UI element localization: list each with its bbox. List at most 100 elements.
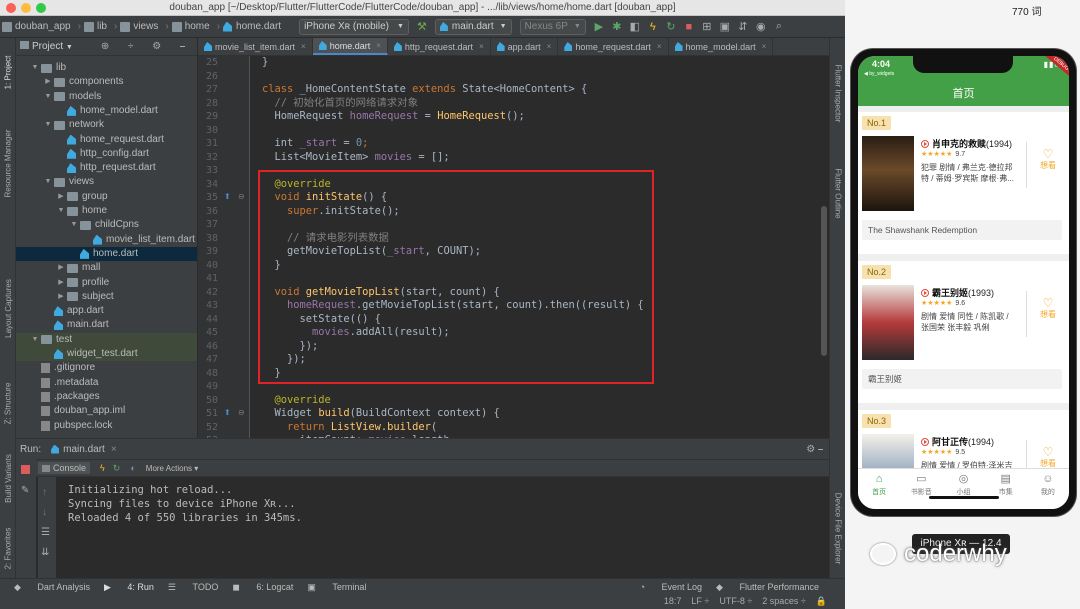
hammer-icon[interactable]: ⚒ <box>414 19 430 35</box>
up-arrow-icon[interactable]: ↑ <box>42 487 47 498</box>
chevron-down-icon[interactable]: ▼ <box>31 333 39 347</box>
chevron-down-icon[interactable]: ▼ <box>70 218 78 232</box>
tree-item[interactable]: home_request.dart <box>16 133 197 147</box>
tree-item[interactable]: http_config.dart <box>16 147 197 161</box>
tool-layout-captures[interactable]: Layout Captures <box>0 258 16 358</box>
restart-icon[interactable]: ↻ <box>113 463 121 474</box>
override-marker-icon[interactable]: ⬆ <box>224 408 231 417</box>
tool-todo[interactable]: ☰ TODO <box>168 582 218 593</box>
tool-favorites[interactable]: 2: Favorites <box>0 518 16 578</box>
tool-resource-manager[interactable]: Resource Manager <box>0 108 16 218</box>
tree-item[interactable]: movie_list_item.dart <box>16 233 197 247</box>
editor-scrollbar[interactable] <box>820 56 829 438</box>
close-icon[interactable]: × <box>547 42 552 51</box>
breadcrumb-lib[interactable]: lib <box>83 21 107 32</box>
tree-item[interactable]: ▶ group <box>16 190 197 204</box>
profile-icon[interactable]: ◉ <box>753 19 769 35</box>
project-panel-actions[interactable]: ⊕ ÷ ⚙ ⎯ <box>101 41 193 52</box>
tree-item[interactable]: ▼ views <box>16 175 197 189</box>
tool-project[interactable]: 1: Project <box>0 42 16 102</box>
breadcrumb-project[interactable]: douban_app <box>2 21 71 32</box>
tool-device-file-explorer[interactable]: Device File Explorer <box>830 478 845 578</box>
tool-flutter-inspector[interactable]: Flutter Inspector <box>830 48 845 138</box>
tree-item[interactable]: ▶ subject <box>16 290 197 304</box>
search-icon[interactable]: ⌕ <box>771 19 787 35</box>
editor-tab[interactable]: home.dart × <box>312 38 388 55</box>
tree-item[interactable]: main.dart <box>16 318 197 332</box>
hot-reload-icon[interactable]: ϟ <box>100 463 105 473</box>
tree-item[interactable]: ▶ components <box>16 75 197 89</box>
close-window-button[interactable] <box>6 3 16 13</box>
soft-wrap-icon[interactable]: ☰ <box>41 527 50 538</box>
restart-icon[interactable]: ↻ <box>663 19 679 35</box>
chevron-right-icon[interactable]: ▶ <box>57 276 65 290</box>
tool-event-log[interactable]: ◔ Event Log <box>640 582 702 592</box>
play-icon[interactable] <box>921 139 929 148</box>
avd-manager-icon[interactable]: ▣ <box>717 19 733 35</box>
tree-item[interactable]: ▶ profile <box>16 276 197 290</box>
editor-tab[interactable]: movie_list_item.dart × <box>198 38 313 55</box>
editor-tab[interactable]: home_request.dart × <box>558 38 669 55</box>
tree-item[interactable]: home.dart <box>16 246 197 261</box>
fold-icon[interactable]: ⊖ <box>238 192 245 201</box>
play-icon[interactable] <box>921 288 929 297</box>
editor-tab[interactable]: http_request.dart × <box>388 38 491 55</box>
caret-position[interactable]: 18:7 <box>664 596 682 607</box>
tree-item[interactable]: ▼ childCpns <box>16 218 197 232</box>
phone-back-label[interactable]: ◀ by_widgets <box>864 71 894 77</box>
movie-card[interactable]: No.2 霸王别姬 (1993) ★★★★★ 9.6 剧情 爱情 同性 / 陈凯歌 / 张… <box>858 261 1069 403</box>
attach-icon[interactable]: ◧ <box>627 19 643 35</box>
more-actions-menu[interactable]: More Actions ▾ <box>146 464 199 473</box>
tree-item[interactable]: home_model.dart <box>16 104 197 118</box>
chevron-down-icon[interactable]: ▼ <box>31 61 39 75</box>
movie-card[interactable]: No.3 阿甘正传 (1994) ★★★★★ 9.5 剧情 爱情 / 罗伯特·泽米吉 ♡ 想看 <box>858 410 1069 509</box>
tool-logcat[interactable]: ◼ 6: Logcat <box>232 582 293 593</box>
tool-terminal[interactable]: ▣ Terminal <box>307 582 366 593</box>
project-panel-title[interactable]: Project ▼ <box>20 41 73 52</box>
file-encoding[interactable]: UTF-8 ÷ <box>719 596 752 607</box>
close-icon[interactable]: × <box>657 42 662 51</box>
close-icon[interactable]: × <box>111 444 117 455</box>
chevron-right-icon[interactable]: ▶ <box>57 261 65 275</box>
down-arrow-icon[interactable]: ↓ <box>42 507 47 518</box>
chevron-right-icon[interactable]: ▶ <box>57 290 65 304</box>
chevron-right-icon[interactable]: ▶ <box>44 75 52 89</box>
chevron-down-icon[interactable]: ▼ <box>57 204 65 218</box>
stop-icon[interactable] <box>21 465 30 474</box>
tree-item[interactable]: douban_app.iml <box>16 404 197 418</box>
close-icon[interactable]: × <box>376 41 381 50</box>
minimize-window-button[interactable] <box>21 3 31 13</box>
stop-icon[interactable]: ■ <box>681 19 697 35</box>
tree-item[interactable]: ▼ lib <box>16 61 197 75</box>
sync-icon[interactable]: ⇵ <box>735 19 751 35</box>
avd-selector[interactable]: Nexus 6P ▼ <box>519 18 586 35</box>
device-selector[interactable]: iPhone Xʀ (mobile) ▼ <box>299 18 409 35</box>
close-icon[interactable]: × <box>762 42 767 51</box>
close-icon[interactable]: × <box>479 42 484 51</box>
movie-card[interactable]: No.1 肖申克的救赎 (1994) ★★★★★ 9.7 犯罪 剧情 / 弗兰克·德拉邦特… <box>858 112 1069 254</box>
tree-item[interactable]: .metadata <box>16 376 197 390</box>
chevron-down-icon[interactable]: ▼ <box>44 90 52 104</box>
tree-item[interactable]: .gitignore <box>16 361 197 375</box>
tree-item[interactable]: app.dart <box>16 304 197 318</box>
want-to-watch-button[interactable]: ♡ 想看 <box>1037 148 1059 171</box>
lock-icon[interactable]: 🔒 <box>816 596 827 607</box>
bottom-tab[interactable]: ◎ 小组 <box>942 469 984 509</box>
chevron-down-icon[interactable]: ▼ <box>44 118 52 132</box>
tree-item[interactable]: ▶ mall <box>16 261 197 275</box>
close-icon[interactable]: × <box>301 42 306 51</box>
pin-icon[interactable]: ✎ <box>21 485 29 496</box>
tree-item[interactable]: widget_test.dart <box>16 347 197 361</box>
hot-reload-icon[interactable]: ϟ <box>645 19 661 35</box>
bottom-tab[interactable]: ☺ 我的 <box>1027 469 1069 509</box>
tool-flutter-outline[interactable]: Flutter Outline <box>830 148 845 238</box>
run-config-selector[interactable]: main.dart ▼ <box>434 18 512 35</box>
chevron-right-icon[interactable]: ▶ <box>57 190 65 204</box>
want-to-watch-button[interactable]: ♡ 想看 <box>1037 297 1059 320</box>
sdk-manager-icon[interactable]: ⊞ <box>699 19 715 35</box>
fold-icon[interactable]: ⊖ <box>238 408 245 417</box>
console-tab[interactable]: Console <box>38 462 91 474</box>
tool-structure[interactable]: Z: Structure <box>0 368 16 438</box>
tool-dart-analysis[interactable]: ◆ Dart Analysis <box>14 582 90 593</box>
debug-icon[interactable]: ✱ <box>609 19 625 35</box>
